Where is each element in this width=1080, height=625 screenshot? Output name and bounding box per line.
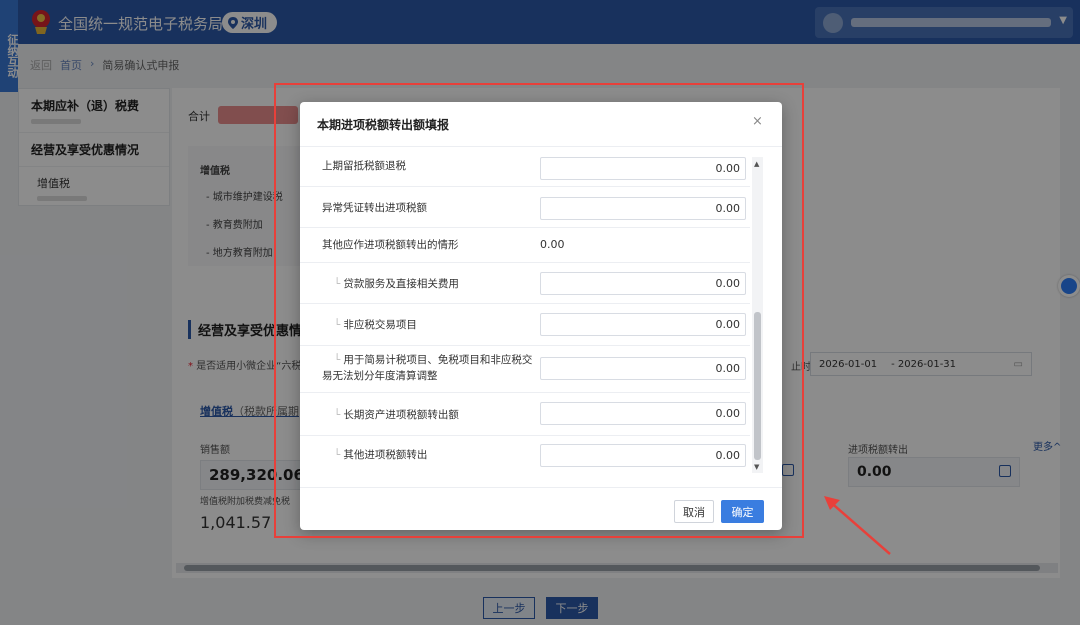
annotation-arrow-icon xyxy=(824,496,891,555)
annotation-frame xyxy=(274,83,804,538)
